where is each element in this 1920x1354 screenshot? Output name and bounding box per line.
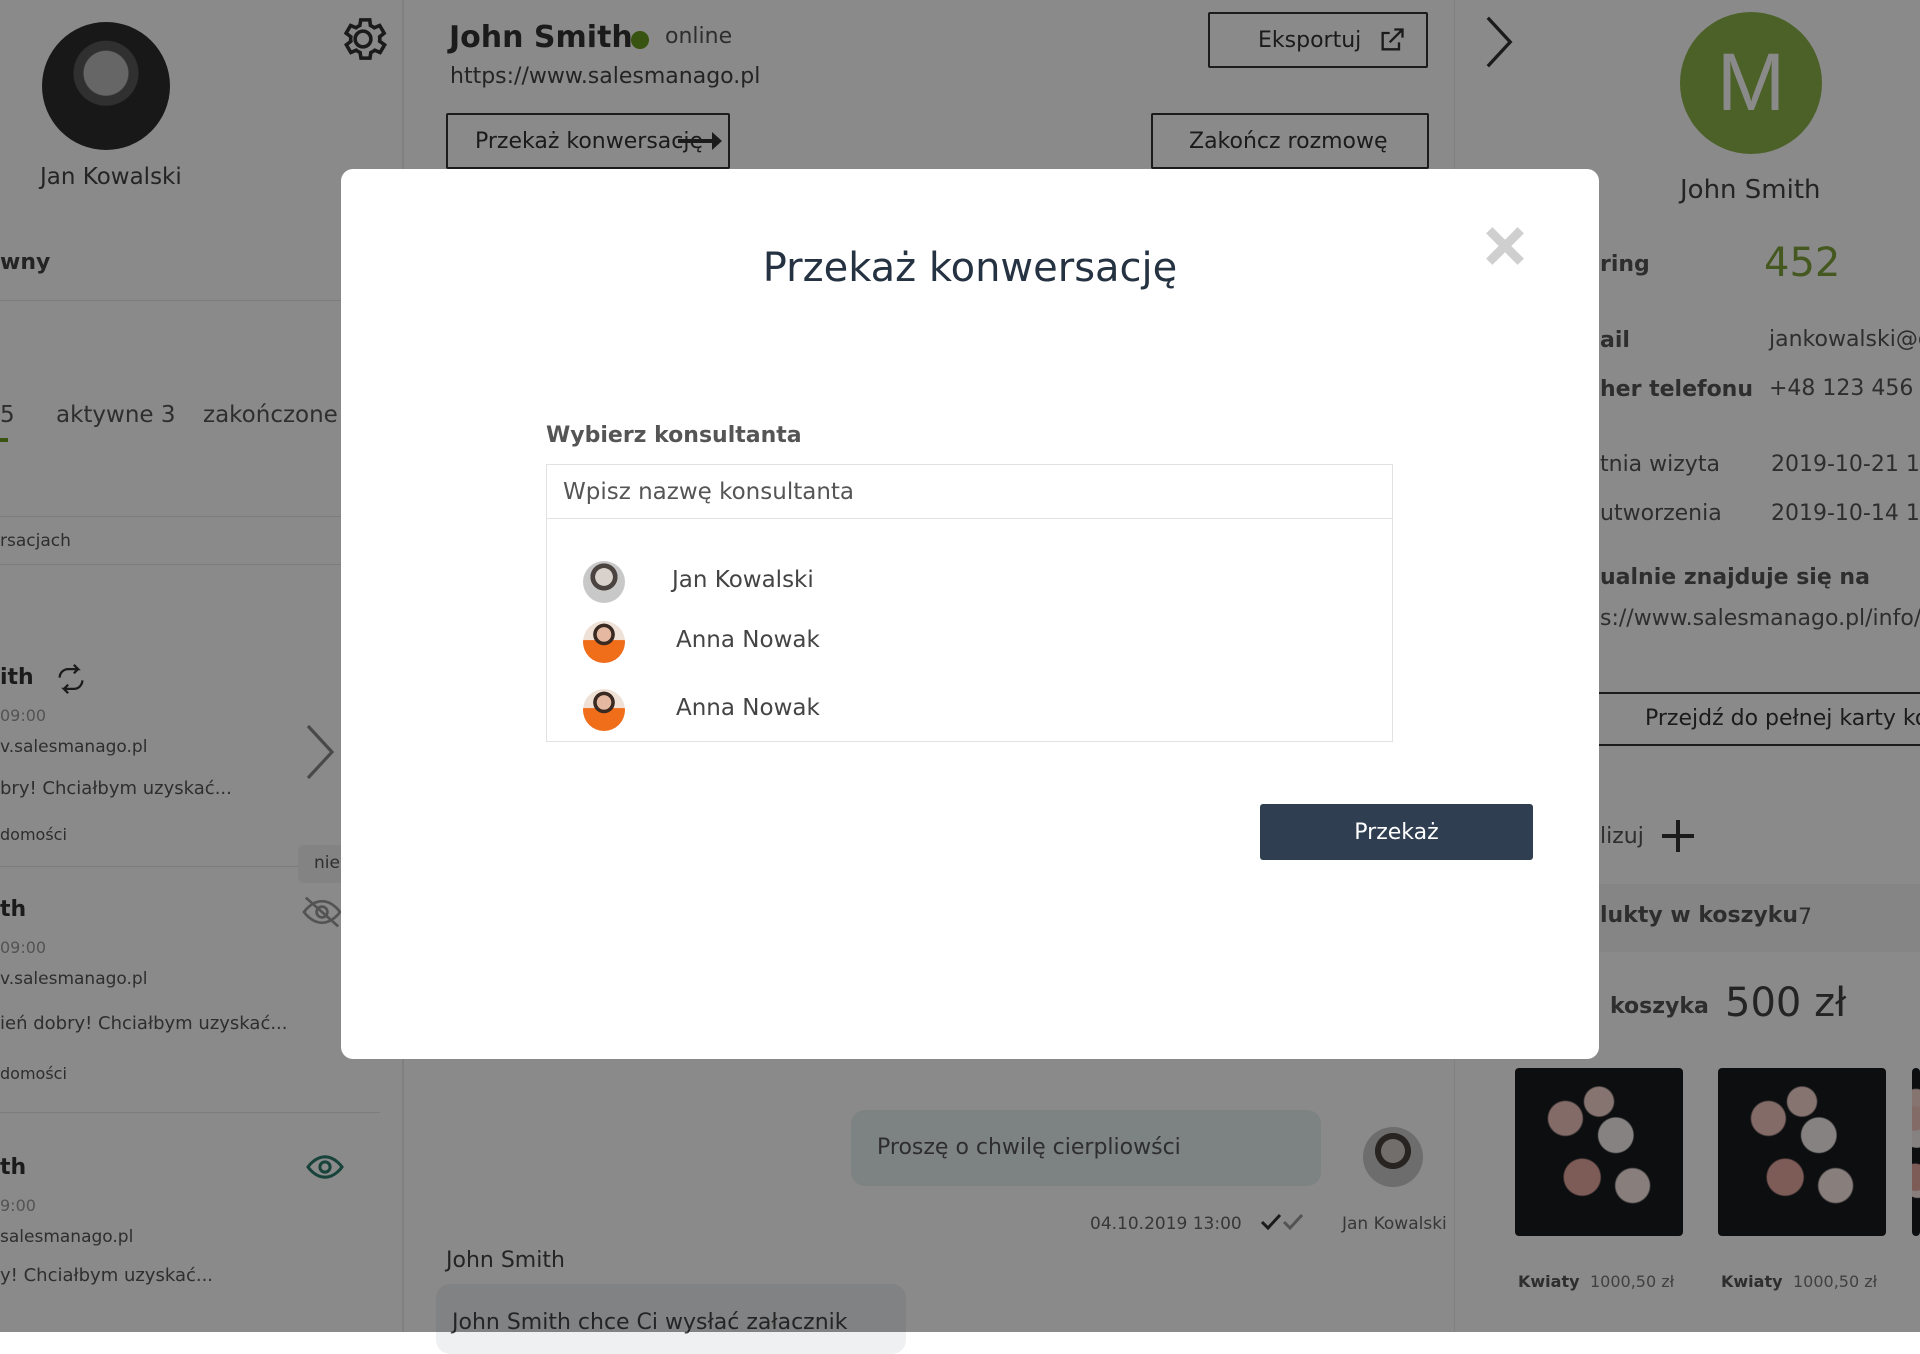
modal-title: Przekaż konwersację: [762, 245, 1178, 291]
consultant-avatar: [583, 621, 625, 663]
consultant-search-input[interactable]: [546, 464, 1393, 519]
consultant-avatar: [583, 561, 625, 603]
transfer-modal: Przekaż konwersację Wybierz konsultanta …: [341, 169, 1599, 1059]
consultant-field-label: Wybierz konsultanta: [546, 423, 802, 448]
consultant-list: Jan Kowalski Anna Nowak Anna Nowak: [546, 519, 1393, 742]
close-icon[interactable]: [1484, 225, 1526, 267]
transfer-submit-button[interactable]: Przekaż: [1260, 804, 1533, 860]
consultant-name: Anna Nowak: [676, 695, 820, 721]
consultant-option[interactable]: Jan Kowalski: [547, 555, 1392, 611]
consultant-name: Anna Nowak: [676, 627, 820, 653]
consultant-name: Jan Kowalski: [672, 567, 814, 593]
consultant-avatar: [583, 689, 625, 731]
consultant-option[interactable]: Anna Nowak: [547, 615, 1392, 671]
consultant-option[interactable]: Anna Nowak: [547, 683, 1392, 739]
